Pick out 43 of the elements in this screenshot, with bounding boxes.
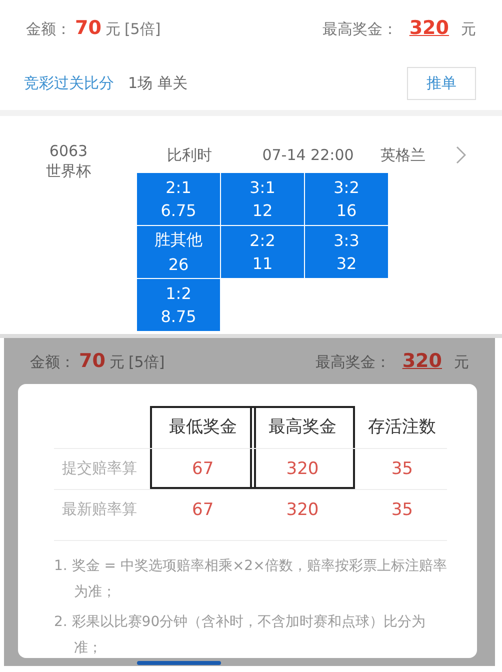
match-count-text: 1场 单关 [128, 74, 188, 92]
home-team: 比利时 [166, 146, 213, 164]
max-prize-unit: 元 [461, 20, 476, 39]
row-label: 提交赔率算 [61, 459, 138, 478]
max-prize-unit: 元 [454, 353, 469, 372]
away-team: 英格兰 [380, 146, 426, 164]
multiplier: [5倍] [128, 353, 165, 372]
max-prize-label: 最高奖金： [315, 353, 390, 372]
table-cell-text: 35 [390, 500, 414, 520]
score-option[interactable]: 1:2 8.75 [137, 279, 220, 331]
amount-label: 金额： [30, 353, 75, 372]
score-option[interactable]: 2:1 6.75 [137, 173, 220, 225]
score-option[interactable]: 胜其他 26 [137, 226, 220, 278]
column-header: 最低奖金 [168, 416, 238, 438]
recommend-button[interactable]: 推单 [407, 66, 476, 100]
score-option[interactable]: 3:2 16 [305, 173, 388, 225]
note-text: 1. 奖金 = 中奖选项赔率相乘×2×倍数，赔率按彩票上标注赔率为准； [54, 557, 447, 602]
table-cell-text: 67 [191, 458, 215, 478]
max-prize-value: 320 [409, 17, 449, 39]
match-time: 07-14 22:00 [261, 146, 355, 164]
amount-value: 70 [79, 350, 106, 372]
amount-unit: 元 [109, 353, 124, 372]
table-cell-text: 320 [285, 500, 320, 520]
table-cell-text: 35 [390, 458, 414, 478]
league-name: 世界杯 [46, 162, 91, 181]
max-prize-value: 320 [402, 350, 442, 372]
max-prize-label: 最高奖金： [322, 20, 398, 39]
column-header: 最高奖金 [267, 416, 338, 438]
amount-value: 70 [75, 17, 102, 39]
score-option[interactable]: 2:2 11 [221, 226, 304, 278]
match-number: 6063 [49, 142, 88, 160]
amount-label: 金额： [26, 20, 71, 39]
note-text: 2. 彩果以比赛90分钟（含补时，不含加时赛和点球）比分为准； [54, 613, 427, 658]
play-type-link[interactable]: 竞彩过关比分 [24, 74, 114, 92]
amount-unit: 元 [105, 20, 120, 39]
score-option[interactable]: 3:3 32 [305, 226, 388, 278]
multiplier: [5倍] [124, 20, 161, 39]
chevron-right-icon[interactable] [456, 146, 466, 164]
score-option[interactable]: 3:1 12 [221, 173, 304, 225]
row-label: 最新赔率算 [61, 500, 138, 519]
table-cell-text: 320 [285, 458, 320, 478]
column-header: 存活注数 [367, 416, 438, 438]
table-cell-text: 67 [191, 500, 215, 520]
